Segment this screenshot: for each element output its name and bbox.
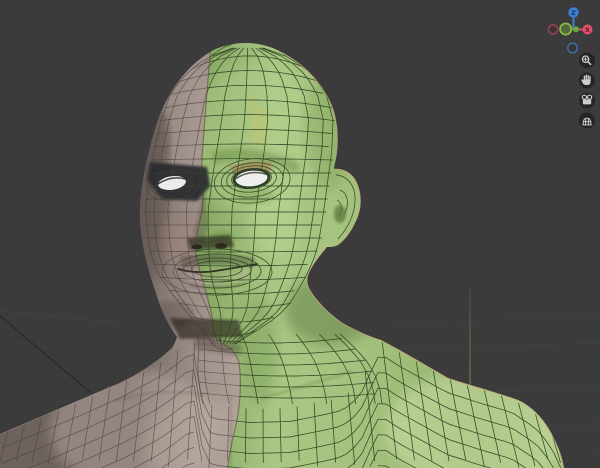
pan-button[interactable] [579, 72, 595, 89]
gizmo-axis-z-negative[interactable] [566, 42, 579, 54]
gizmo-axis-x-negative[interactable] [547, 24, 559, 35]
gizmo-axis-y-negative[interactable] [559, 22, 573, 36]
gizmo-z-label: Z [571, 9, 576, 17]
zoom-button[interactable] [579, 52, 595, 69]
projection-toggle-button[interactable] [579, 112, 595, 129]
gizmo-axis-x[interactable]: X [582, 24, 593, 35]
camera-view-button[interactable] [579, 92, 595, 109]
gizmo-axis-y[interactable] [573, 26, 579, 33]
gizmo-x-label: X [585, 27, 590, 34]
gizmo-axis-z[interactable]: Z [568, 7, 579, 18]
blender-viewport[interactable]: Z X [0, 0, 600, 468]
forehead-mark [251, 106, 267, 146]
